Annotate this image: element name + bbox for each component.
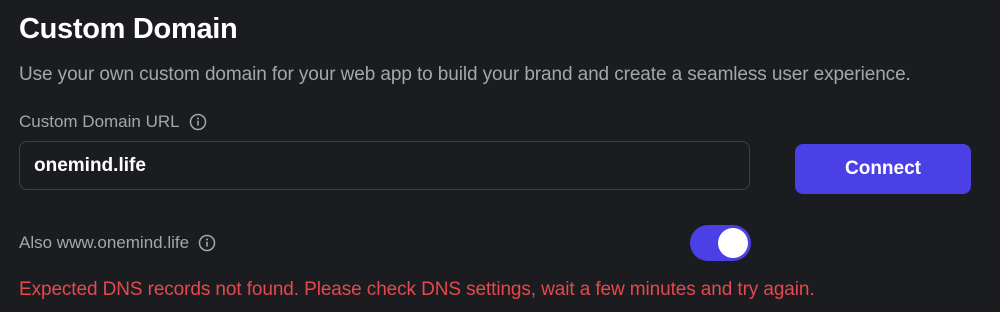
toggle-knob [718,228,748,258]
info-icon[interactable] [198,234,216,252]
custom-domain-label: Custom Domain URL [19,112,180,131]
custom-domain-input[interactable] [19,141,750,190]
custom-domain-panel: Custom Domain Use your own custom domain… [0,0,1000,312]
connect-button[interactable]: Connect [795,144,971,194]
dns-error-message: Expected DNS records not found. Please c… [19,279,815,300]
www-option-row: Also www.onemind.life [19,233,216,253]
custom-domain-label-row: Custom Domain URL [19,112,207,132]
section-title: Custom Domain [19,13,238,45]
info-icon[interactable] [189,113,207,131]
www-option-label: Also www.onemind.life [19,233,190,252]
www-toggle[interactable] [690,225,751,261]
section-description: Use your own custom domain for your web … [19,64,911,85]
